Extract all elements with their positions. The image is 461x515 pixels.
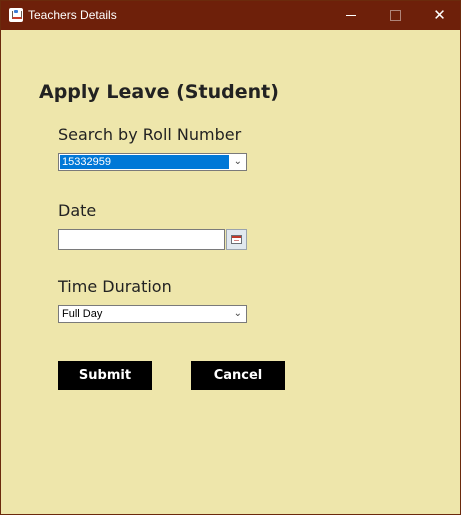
calendar-icon [231,235,242,244]
minimize-icon [345,15,356,16]
time-duration-dropdown[interactable]: Full Day ⌄ [58,305,247,323]
roll-number-value: 15332959 [60,155,229,169]
submit-button[interactable]: Submit [58,361,152,390]
time-duration-value: Full Day [62,308,103,320]
java-app-icon [9,8,23,22]
date-label: Date [58,201,97,220]
roll-number-dropdown[interactable]: 15332959 ⌄ [58,153,247,171]
app-window: Teachers Details ✕ Apply Leave (Student)… [0,0,461,515]
maximize-button[interactable] [373,1,418,30]
time-duration-label: Time Duration [58,277,172,296]
chevron-down-icon[interactable]: ⌄ [234,307,242,321]
cancel-button[interactable]: Cancel [191,361,285,390]
roll-number-label: Search by Roll Number [58,125,242,144]
date-input[interactable] [58,229,225,250]
title-bar[interactable]: Teachers Details ✕ [1,1,460,30]
calendar-button[interactable] [226,229,247,250]
page-title: Apply Leave (Student) [39,81,279,103]
chevron-down-icon[interactable]: ⌄ [234,155,242,169]
close-button[interactable]: ✕ [417,1,461,30]
window-title: Teachers Details [28,8,117,22]
close-icon: ✕ [433,6,446,24]
maximize-icon [390,10,401,21]
minimize-button[interactable] [328,1,373,30]
